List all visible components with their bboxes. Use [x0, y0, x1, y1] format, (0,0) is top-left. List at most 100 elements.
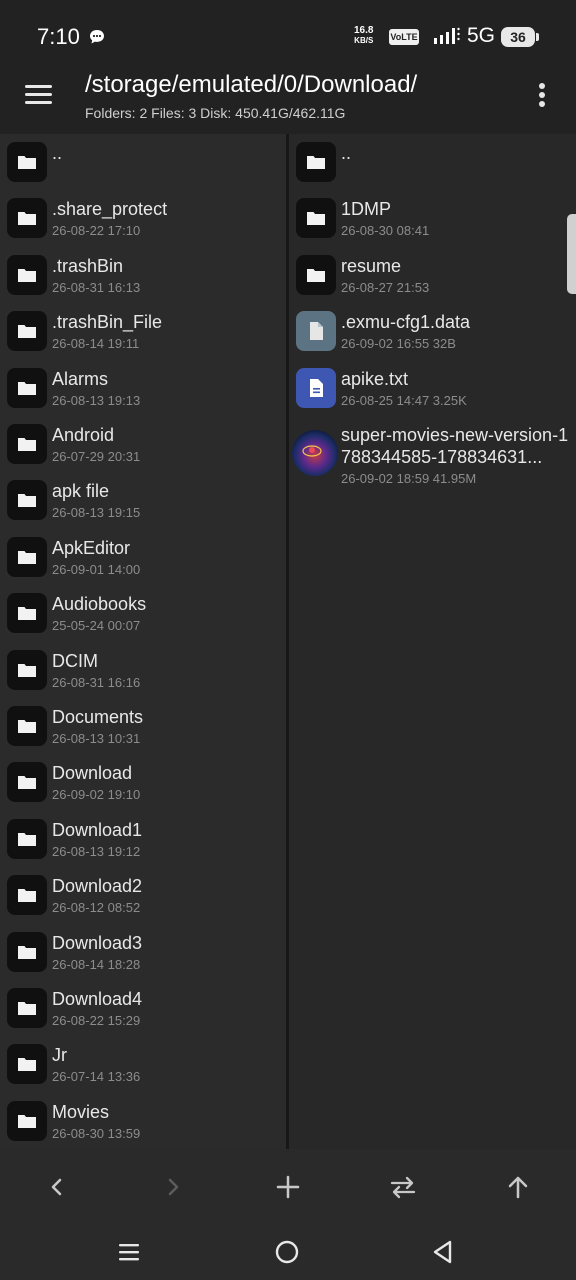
folder-item[interactable]: Download2 26-08-12 08:52 [0, 867, 286, 923]
back-icon[interactable] [43, 1173, 71, 1201]
folder-icon [7, 536, 47, 577]
item-name: Download1 [52, 819, 143, 840]
network-type: 5G [467, 24, 496, 47]
item-meta: 26-08-13 10:31 [52, 731, 141, 746]
item-meta: 26-08-30 13:59 [52, 1125, 141, 1141]
item-name: Alarms [52, 368, 109, 389]
clock: 7:10 [37, 24, 80, 49]
folder-icon [7, 762, 47, 803]
item-name: apike.txt [341, 368, 409, 389]
folder-icon [296, 254, 336, 295]
current-path[interactable]: /storage/emulated/0/Download/ [85, 71, 525, 99]
volte-badge: VoLTE [389, 29, 419, 45]
message-icon [90, 30, 104, 44]
home-icon[interactable] [274, 1239, 300, 1265]
item-name: Download2 [52, 876, 143, 897]
more-options-icon[interactable] [530, 80, 554, 110]
signal-icon [434, 27, 460, 44]
text-file-icon [296, 367, 336, 408]
item-name: Download3 [52, 932, 143, 953]
left-file-pane[interactable]: .. .share_protect 26-08-22 17:10 .trashBin 2… [0, 134, 286, 1149]
folder-item[interactable]: Audiobooks 25-05-24 00:07 [0, 585, 286, 641]
item-meta: 26-09-02 18:59 41.95M [341, 471, 477, 486]
folder-item[interactable]: .. [289, 134, 576, 190]
item-meta: 25-05-24 00:07 [52, 618, 141, 634]
item-name: .. [52, 143, 63, 163]
folder-item[interactable]: Download4 26-08-22 15:29 [0, 980, 286, 1036]
folder-item[interactable]: Download 26-09-02 19:10 [0, 754, 286, 810]
item-meta: 26-08-13 19:12 [52, 843, 141, 859]
item-meta: 26-08-13 19:13 [52, 392, 141, 408]
scroll-handle[interactable] [567, 214, 576, 294]
image-thumbnail-icon [292, 430, 338, 476]
item-meta: 26-08-31 16:16 [52, 674, 141, 690]
file-item[interactable]: apike.txt 26-08-25 14:47 3.25K [289, 360, 576, 416]
folder-icon [296, 142, 336, 182]
folder-item[interactable]: ApkEditor 26-09-01 14:00 [0, 529, 286, 585]
folder-icon [7, 480, 47, 521]
item-meta: 26-08-13 19:15 [52, 505, 141, 521]
file-item[interactable]: .exmu-cfg1.data 26-09-02 16:55 32B [289, 303, 576, 359]
folder-item[interactable]: Android 26-07-29 20:31 [0, 416, 286, 472]
item-name: Download4 [52, 989, 143, 1009]
right-file-pane[interactable]: .. 1DMP 26-08-30 08:41 resume 26-08-27 21:53… [289, 134, 576, 1149]
folder-icon [7, 818, 47, 859]
folder-item[interactable]: resume 26-08-27 21:53 [289, 247, 576, 303]
item-name: Movies [52, 1101, 110, 1122]
folder-icon [7, 142, 47, 182]
bottom-toolbar [0, 1149, 576, 1225]
item-name: ApkEditor [52, 537, 131, 558]
folder-item[interactable]: .trashBin_File 26-08-14 19:11 [0, 303, 286, 359]
status-bar: 7:10 16.8 KB/S VoLTE 5G 36 [0, 0, 576, 62]
item-meta: 26-09-02 16:55 32B [341, 336, 456, 352]
item-name: Audiobooks [52, 594, 147, 615]
item-name: Download [52, 763, 133, 784]
battery-icon: 36 [501, 27, 539, 47]
item-meta: 26-08-30 08:41 [341, 223, 430, 239]
folder-item[interactable]: DCIM 26-08-31 16:16 [0, 642, 286, 698]
item-name: Jr [52, 1045, 67, 1066]
folder-icon [7, 424, 47, 464]
item-name: DCIM [52, 650, 98, 671]
folder-icon [7, 1044, 47, 1085]
item-name: .exmu-cfg1.data [341, 312, 471, 333]
folder-item[interactable]: Jr 26-07-14 13:36 [0, 1036, 286, 1092]
folder-summary: Folders: 2 Files: 3 Disk: 450.41G/462.11… [85, 105, 346, 121]
folder-item[interactable]: .trashBin 26-08-31 16:13 [0, 247, 286, 303]
item-name: apk file [52, 481, 110, 502]
folder-icon [7, 311, 47, 352]
up-icon[interactable] [504, 1173, 532, 1201]
folder-item[interactable]: Movies 26-08-30 13:59 [0, 1093, 286, 1149]
item-meta: 26-08-25 14:47 3.25K [341, 392, 467, 408]
folder-item[interactable]: Documents 26-08-13 10:31 [0, 698, 286, 754]
folder-icon [7, 649, 47, 690]
recents-icon[interactable] [116, 1239, 142, 1265]
item-name: .. [341, 143, 352, 163]
folder-icon [296, 198, 336, 239]
menu-icon[interactable] [24, 82, 54, 108]
folder-item[interactable]: Download3 26-08-14 18:28 [0, 924, 286, 980]
folder-item[interactable]: .. [0, 134, 286, 190]
file-item[interactable]: super-movies-new-version-1788344585-1788… [289, 416, 576, 486]
folder-item[interactable]: apk file 26-08-13 19:15 [0, 472, 286, 528]
item-meta: 26-09-01 14:00 [52, 561, 141, 577]
item-name: resume [341, 255, 402, 276]
folder-icon [7, 706, 47, 746]
folder-icon [7, 988, 47, 1028]
swap-icon[interactable] [389, 1173, 417, 1201]
file-icon [296, 311, 336, 352]
folder-item[interactable]: Download1 26-08-13 19:12 [0, 811, 286, 867]
item-name: 1DMP [341, 199, 392, 220]
back-triangle-icon[interactable] [430, 1239, 456, 1265]
forward-icon[interactable] [159, 1173, 187, 1201]
folder-item[interactable]: .share_protect 26-08-22 17:10 [0, 190, 286, 246]
system-nav-bar [0, 1225, 576, 1280]
folder-item[interactable]: Alarms 26-08-13 19:13 [0, 360, 286, 416]
item-meta: 26-07-29 20:31 [52, 449, 141, 464]
item-meta: 26-09-02 19:10 [52, 787, 141, 803]
folder-icon [7, 1100, 47, 1141]
folder-icon [7, 198, 47, 239]
item-name: Documents [52, 707, 144, 727]
folder-item[interactable]: 1DMP 26-08-30 08:41 [289, 190, 576, 246]
add-icon[interactable] [274, 1173, 302, 1201]
